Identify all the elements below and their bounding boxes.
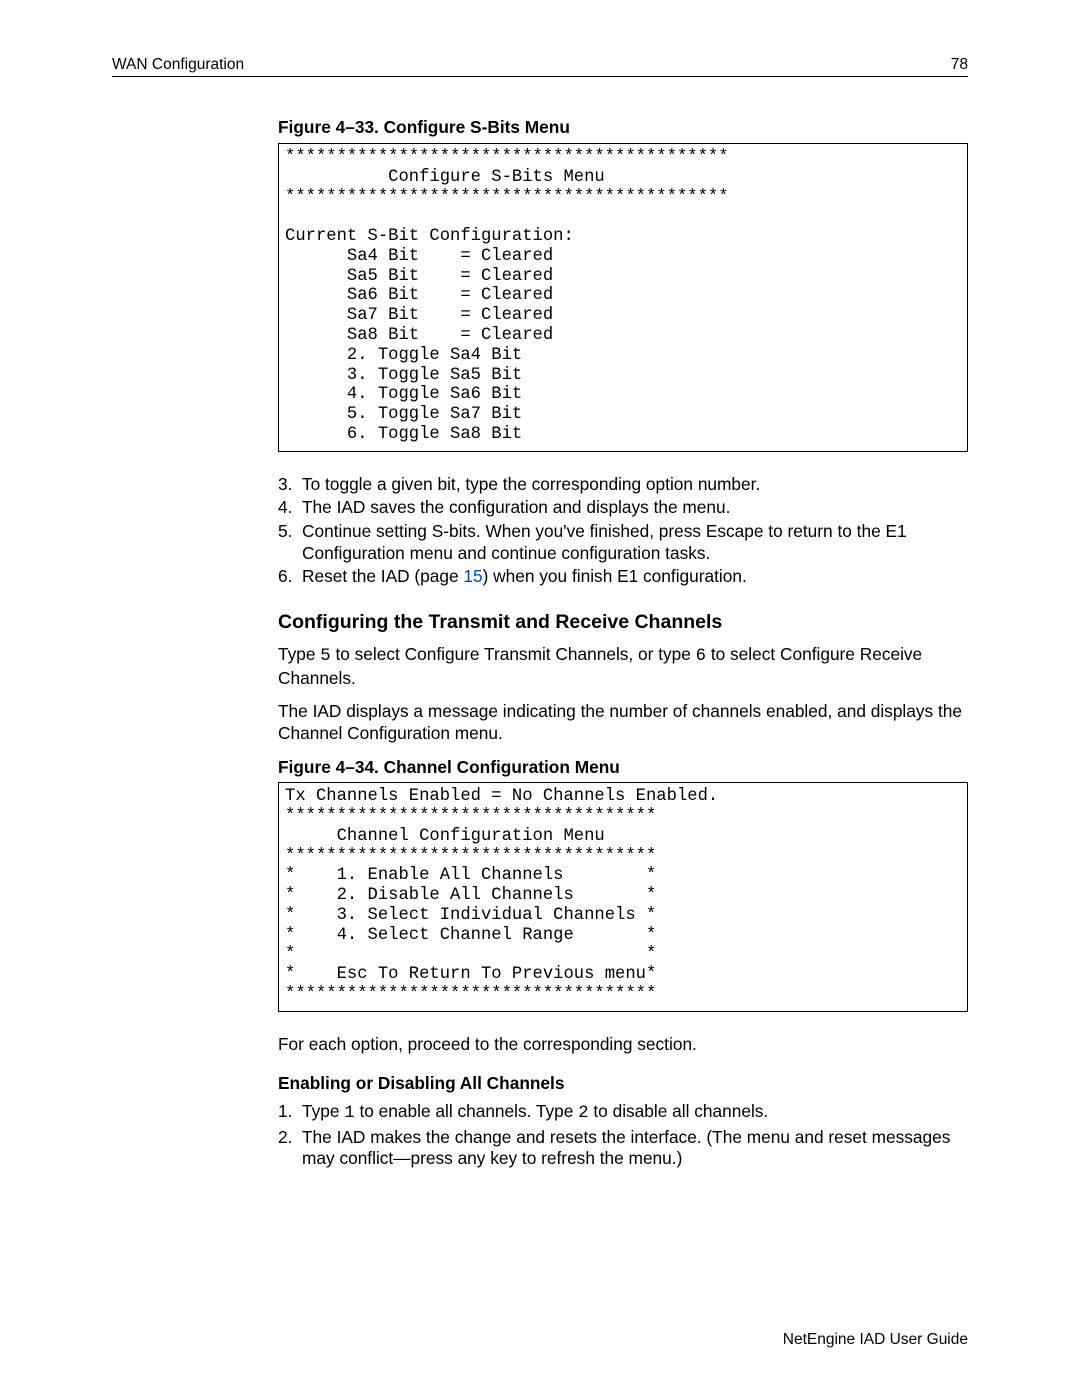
step-number: 5. [278,521,302,564]
header-page-number: 78 [951,55,968,74]
figure-4-34-caption: Figure 4–34. Channel Configuration Menu [278,757,968,779]
section2-paragraph-2: The IAD displays a message indicating th… [278,701,968,744]
step-text: Continue setting S-bits. When you've fin… [302,521,968,564]
figure-4-34-box: Tx Channels Enabled = No Channels Enable… [278,782,968,1012]
figure-4-33-box: ****************************************… [278,143,968,452]
step-item: 4.The IAD saves the configuration and di… [278,497,968,519]
step-text: Type 1 to enable all channels. Type 2 to… [302,1101,968,1125]
header-rule [112,76,968,77]
inline-code: 2 [578,1104,588,1123]
page-link[interactable]: 15 [463,566,482,586]
step-item: 2.The IAD makes the change and resets th… [278,1127,968,1170]
step-number: 3. [278,474,302,496]
step-number: 2. [278,1127,302,1170]
subsection-heading-enable-disable: Enabling or Disabling All Channels [278,1073,968,1095]
page-header: WAN Configuration 78 [112,55,968,74]
step-text: The IAD makes the change and resets the … [302,1127,968,1170]
inline-code: 6 [696,647,706,666]
paragraph-after-fig34: For each option, proceed to the correspo… [278,1034,968,1056]
step-number: 1. [278,1101,302,1125]
figure-4-33-caption: Figure 4–33. Configure S-Bits Menu [278,117,968,139]
page: WAN Configuration 78 Figure 4–33. Config… [0,0,1080,1397]
steps-list-2: 1.Type 1 to enable all channels. Type 2 … [278,1101,968,1170]
step-number: 6. [278,566,302,588]
inline-code: 1 [344,1104,354,1123]
step-item: 5.Continue setting S-bits. When you've f… [278,521,968,564]
inline-code: 5 [320,647,330,666]
footer-guide-title: NetEngine IAD User Guide [783,1330,968,1349]
step-text: The IAD saves the configuration and disp… [302,497,968,519]
step-item: 3.To toggle a given bit, type the corres… [278,474,968,496]
header-section-title: WAN Configuration [112,55,244,74]
step-text: Reset the IAD (page 15) when you finish … [302,566,968,588]
section2-paragraph-1: Type 5 to select Configure Transmit Chan… [278,644,968,689]
content-column: Figure 4–33. Configure S-Bits Menu *****… [278,117,968,1169]
step-item: 6.Reset the IAD (page 15) when you finis… [278,566,968,588]
step-item: 1.Type 1 to enable all channels. Type 2 … [278,1101,968,1125]
section-heading-transmit-receive: Configuring the Transmit and Receive Cha… [278,610,968,634]
step-number: 4. [278,497,302,519]
step-text: To toggle a given bit, type the correspo… [302,474,968,496]
steps-list-1: 3.To toggle a given bit, type the corres… [278,474,968,588]
